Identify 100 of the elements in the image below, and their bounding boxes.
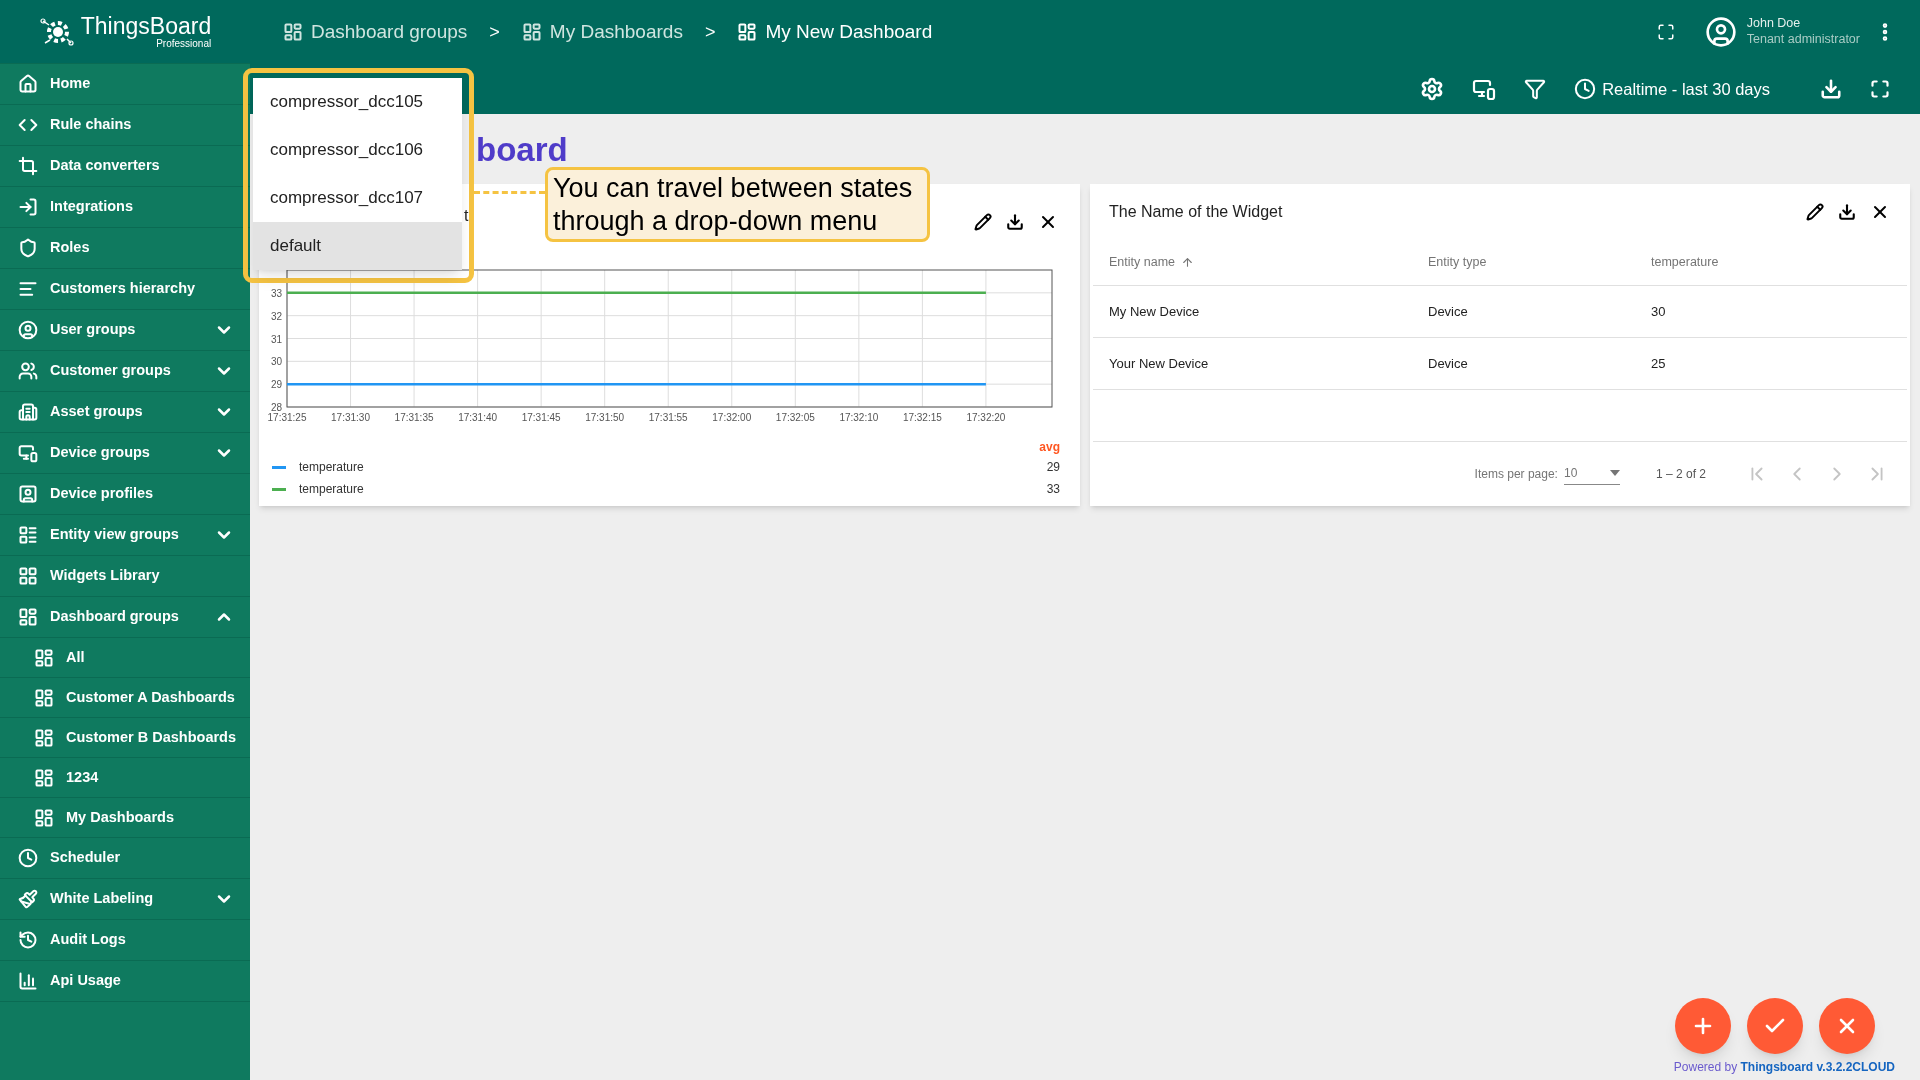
devices-icon [18, 443, 38, 463]
dashboard-icon [34, 687, 54, 708]
sidebar-item[interactable]: Home [0, 64, 250, 105]
x-tick-label: 17:32:20 [966, 412, 1006, 423]
cancel-button[interactable] [1819, 998, 1875, 1054]
user-circle-icon [18, 320, 38, 340]
y-tick-label: 29 [270, 379, 282, 391]
legend-label: temperature [299, 459, 365, 476]
sidebar-item[interactable]: Asset groups [0, 392, 250, 433]
dropdown-option[interactable]: compressor_dcc107 [253, 174, 462, 222]
dashboard-icon [18, 607, 38, 627]
breadcrumb[interactable]: My Dashboards [521, 17, 683, 47]
x-tick-label: 17:31:40 [458, 412, 498, 423]
column-header[interactable]: temperature [1651, 253, 1891, 272]
x-tick-label: 17:31:25 [267, 412, 307, 423]
edit-icon[interactable] [974, 213, 992, 231]
sidebar-item[interactable]: User groups [0, 310, 250, 351]
dashboard-icon [34, 807, 54, 828]
y-tick-label: 31 [270, 333, 282, 345]
sidebar-subitem[interactable]: My Dashboards [0, 798, 250, 838]
download-icon[interactable] [1838, 203, 1856, 221]
crop-icon [18, 156, 38, 176]
x-tick-label: 17:32:10 [839, 412, 879, 423]
sidebar-item[interactable]: Customer groups [0, 351, 250, 392]
sidebar-item[interactable]: Entity view groups [0, 515, 250, 556]
x-tick-label: 17:31:30 [331, 412, 370, 423]
add-button[interactable] [1675, 998, 1731, 1054]
home-icon [18, 74, 38, 94]
lines-icon [18, 279, 38, 299]
table-cell-text: Device [1428, 354, 1469, 373]
y-tick-label: 33 [270, 287, 282, 299]
grid-icon [18, 566, 38, 586]
y-tick-label: 32 [270, 310, 282, 322]
timewindow-button[interactable]: Realtime - last 30 days [1574, 76, 1770, 102]
sidebar-item[interactable]: Customers hierarchy [0, 269, 250, 310]
filter-icon[interactable] [1524, 78, 1547, 100]
shield-icon [18, 238, 38, 258]
avatar-icon[interactable] [1704, 16, 1737, 48]
x-tick-label: 17:32:05 [775, 412, 815, 423]
page-range: 1 – 2 of 2 [1655, 466, 1706, 483]
sidebar-item[interactable]: Device groups [0, 433, 250, 474]
version-link[interactable]: Thingsboard v.3.2.2CLOUD [1740, 1060, 1895, 1074]
dropdown-option[interactable]: default [253, 222, 462, 270]
legend-value: 33 [1046, 481, 1060, 498]
caret-icon [1609, 469, 1620, 476]
sidebar-item[interactable]: Api Usage [0, 961, 250, 1002]
x-tick-label: 17:31:35 [394, 412, 434, 423]
sidebar-item[interactable]: Audit Logs [0, 920, 250, 961]
sidebar-item[interactable]: Widgets Library [0, 556, 250, 597]
widget-title: The Name of the Widget [1109, 202, 1283, 222]
sidebar-item[interactable]: Device profiles [0, 474, 250, 515]
legend-header: avg [1039, 439, 1060, 456]
sidebar-item[interactable]: Integrations [0, 187, 250, 228]
widget-title: t [464, 206, 469, 226]
devices-icon[interactable] [1472, 77, 1497, 101]
sidebar-item[interactable]: Data converters [0, 146, 250, 187]
sidebar-subitem[interactable]: Customer A Dashboards [0, 678, 250, 718]
building-icon [18, 402, 38, 422]
legend-value: 29 [1046, 459, 1060, 476]
page-size-select[interactable]: 10 [1563, 463, 1620, 485]
table-cell-text: Your New Device [1109, 354, 1210, 373]
sidebar-subitem[interactable]: 1234 [0, 758, 250, 798]
download-icon[interactable] [1006, 213, 1024, 231]
y-tick-label: 30 [270, 356, 282, 368]
sidebar-item[interactable]: Scheduler [0, 838, 250, 879]
x-tick-label: 17:32:00 [712, 412, 752, 423]
edit-icon[interactable] [1806, 203, 1824, 221]
user-role: Tenant administrator [1746, 32, 1860, 48]
sidebar-subitem[interactable]: All [0, 638, 250, 678]
dashboard-icon [34, 647, 54, 668]
dashboard-icon [34, 767, 54, 788]
settings-icon[interactable] [1420, 77, 1445, 101]
table-cell-text: Device [1428, 302, 1469, 321]
download-icon[interactable] [1820, 78, 1842, 100]
sidebar-item[interactable]: White Labeling [0, 879, 250, 920]
sidebar-item[interactable]: Roles [0, 228, 250, 269]
sidebar-subitem[interactable]: Customer B Dashboards [0, 718, 250, 758]
clock-icon [18, 848, 38, 868]
fullscreen-icon[interactable] [1656, 23, 1675, 41]
logo-edition: Professional [156, 38, 212, 49]
history-icon [18, 930, 38, 950]
x-tick-label: 17:31:55 [648, 412, 688, 423]
dropdown-option[interactable]: compressor_dcc106 [253, 126, 462, 174]
column-header[interactable]: Entity name [1109, 253, 1428, 272]
dropdown-option[interactable]: compressor_dcc105 [253, 78, 462, 126]
login-icon [18, 197, 38, 217]
profile-icon [18, 484, 38, 504]
dashboard-icon [737, 22, 758, 42]
dashboard-icon [521, 22, 542, 42]
breadcrumb[interactable]: Dashboard groups [283, 17, 468, 47]
save-button[interactable] [1747, 998, 1803, 1054]
breadcrumb[interactable]: My New Dashboard [737, 17, 933, 47]
sidebar-item[interactable]: Rule chains [0, 105, 250, 146]
column-header[interactable]: Entity type [1428, 253, 1651, 272]
fullscreen-icon[interactable] [1870, 79, 1890, 99]
breadcrumb-separator: > [489, 20, 500, 44]
callout: You can travel between states through a drop-down menu [545, 167, 930, 242]
x-tick-label: 17:31:45 [521, 412, 561, 423]
sidebar-item[interactable]: Dashboard groups [0, 597, 250, 638]
logo-title: ThingsBoard [80, 14, 212, 38]
